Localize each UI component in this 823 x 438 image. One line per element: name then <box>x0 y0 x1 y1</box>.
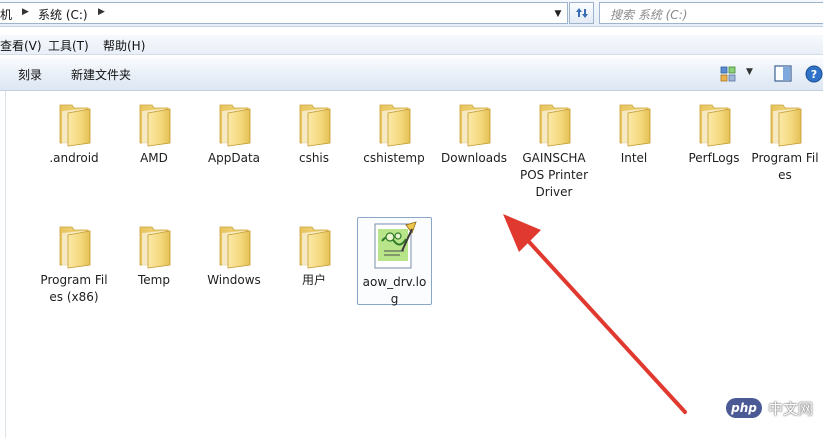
burn-button[interactable]: 刻录 <box>18 66 42 83</box>
menu-view[interactable]: 查看(V) <box>0 37 42 54</box>
watermark-text: 中文网 <box>768 399 814 418</box>
item-label: .android <box>49 151 99 165</box>
item-label: AppData <box>207 151 261 165</box>
folder-icon <box>299 226 331 269</box>
item-label: AMD <box>140 151 168 165</box>
php-logo: php <box>726 398 762 418</box>
view-options-dropdown-icon[interactable]: ▼ <box>746 67 753 77</box>
folder-item-cshistemp[interactable]: cshistemp <box>356 99 432 167</box>
menu-help[interactable]: 帮助(H) <box>103 37 145 54</box>
refresh-button[interactable] <box>569 2 594 24</box>
folder-item-downloads[interactable]: Downloads <box>436 99 512 167</box>
item-label: Program Files (x86) <box>40 273 108 304</box>
folder-item-android[interactable]: .android <box>36 99 112 167</box>
change-view-icon[interactable] <box>719 65 737 83</box>
folder-icon <box>770 104 802 147</box>
address-box[interactable]: 机 ▶ 系统 (C:) ▶ ▼ <box>0 2 568 24</box>
folder-icon <box>219 104 251 147</box>
folder-icon <box>299 104 331 147</box>
breadcrumb-computer[interactable]: 机 <box>0 6 12 23</box>
item-label: Program Files <box>751 151 819 182</box>
folder-item-amd[interactable]: AMD <box>116 99 192 167</box>
navigation-pane-edge <box>0 91 6 438</box>
item-label: cshistemp <box>363 151 425 165</box>
folder-icon <box>59 226 91 269</box>
folder-item-temp[interactable]: Temp <box>116 221 192 289</box>
folder-icon <box>459 104 491 147</box>
folder-item-program-files-x86[interactable]: Program Files (x86) <box>36 221 112 306</box>
address-history-dropdown-icon[interactable]: ▼ <box>551 6 565 22</box>
item-label: Intel <box>620 151 648 165</box>
command-toolbar: 刻录 新建文件夹 ▼ ? <box>0 57 823 91</box>
search-placeholder: 搜索 系统 (C:) <box>610 8 688 22</box>
folder-icon <box>539 104 571 147</box>
breadcrumb-separator-icon[interactable]: ▶ <box>98 7 105 17</box>
folder-icon <box>59 104 91 147</box>
new-folder-button[interactable]: 新建文件夹 <box>71 66 131 83</box>
svg-text:?: ? <box>811 68 817 81</box>
folder-item-gainscha-pos-printer-driver[interactable]: GAINSCHA POS Printer Driver <box>516 99 592 201</box>
folder-item-program-files[interactable]: Program Files <box>747 99 823 184</box>
folder-item-intel[interactable]: Intel <box>596 99 672 167</box>
item-label: aow_drv.log <box>362 275 427 306</box>
folder-item-users[interactable]: 用户 <box>276 221 352 289</box>
folder-item-cshis[interactable]: cshis <box>276 99 352 167</box>
file-list-view: .android AMD AppData cshis cshistemp Dow… <box>7 91 823 438</box>
item-label: GAINSCHA POS Printer Driver <box>519 151 589 199</box>
menu-bar: 查看(V) 工具(T) 帮助(H) <box>0 35 823 55</box>
menu-tools[interactable]: 工具(T) <box>48 37 89 54</box>
file-item-aow-drv-log[interactable]: aow_drv.log <box>357 217 432 306</box>
folder-item-appdata[interactable]: AppData <box>196 99 272 167</box>
folder-icon <box>219 226 251 269</box>
folder-icon <box>699 104 731 147</box>
divider <box>0 27 823 35</box>
folder-icon <box>139 226 171 269</box>
refresh-icon <box>575 8 588 18</box>
item-label: Downloads <box>441 151 507 165</box>
folder-icon <box>379 104 411 147</box>
watermark: php 中文网 <box>726 398 813 418</box>
breadcrumb-separator-icon[interactable]: ▶ <box>22 7 29 17</box>
item-label: PerfLogs <box>688 151 740 165</box>
folder-icon <box>139 104 171 147</box>
address-bar-row: 机 ▶ 系统 (C:) ▶ ▼ 搜索 系统 (C:) <box>0 0 823 27</box>
item-label: cshis <box>298 151 330 165</box>
breadcrumb-drive-c[interactable]: 系统 (C:) <box>38 6 88 23</box>
folder-item-perflogs[interactable]: PerfLogs <box>676 99 752 167</box>
log-file-icon <box>374 221 417 269</box>
item-label: Windows <box>207 273 261 287</box>
folder-icon <box>619 104 651 147</box>
item-label: 用户 <box>301 273 326 287</box>
help-icon[interactable]: ? <box>805 65 823 83</box>
item-label: Temp <box>138 273 170 287</box>
preview-pane-icon[interactable] <box>774 65 792 82</box>
search-input[interactable]: 搜索 系统 (C:) <box>599 2 823 24</box>
folder-item-windows[interactable]: Windows <box>196 221 272 289</box>
